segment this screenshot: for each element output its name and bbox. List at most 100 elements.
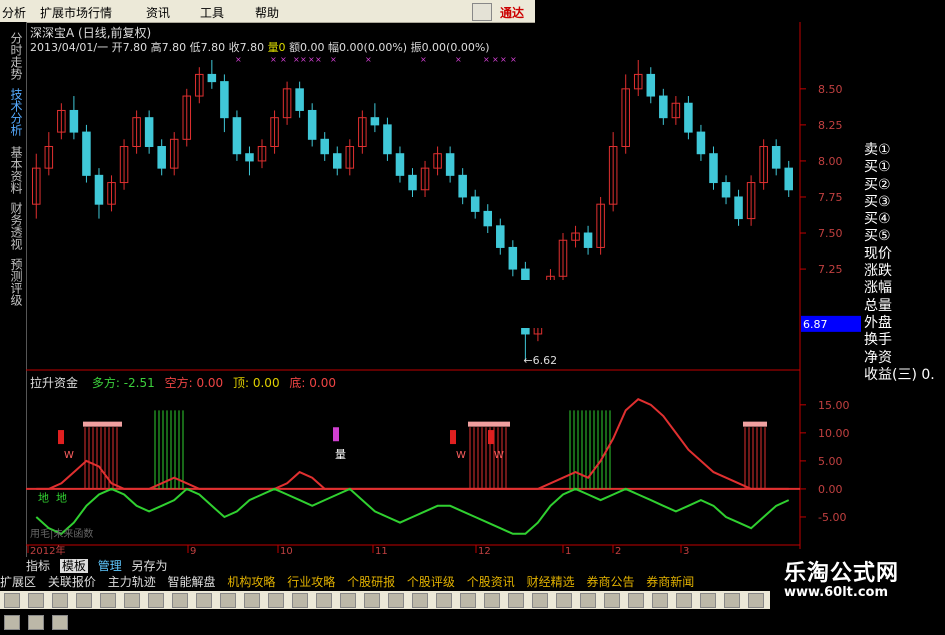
candle-body <box>709 153 718 184</box>
tool-icon[interactable] <box>220 593 236 608</box>
candle-body <box>659 95 668 119</box>
tool-icon[interactable] <box>388 593 404 608</box>
quote-row: 换手 <box>864 332 892 349</box>
signal-marker: × <box>330 55 337 64</box>
tool-icon[interactable] <box>652 593 668 608</box>
tool-bar <box>0 591 770 630</box>
ind-tick-label: 10.00 <box>818 427 850 440</box>
ind-tick-label: -5.00 <box>818 511 846 524</box>
tool-icon[interactable] <box>76 593 92 608</box>
tool-icon[interactable] <box>52 593 68 608</box>
volume-marker <box>333 427 339 442</box>
price-tick-label: 7.50 <box>818 227 843 240</box>
bottom-item[interactable]: 个股研报 <box>347 575 395 589</box>
candle-body <box>483 210 493 227</box>
signal-marker: × <box>308 55 315 64</box>
bottom-item[interactable]: 智能解盘 <box>168 575 216 589</box>
quote-row: 外盘 <box>864 314 892 331</box>
signal-marker: × <box>300 55 307 64</box>
w-marker <box>58 430 64 445</box>
bottom-item[interactable]: 主力轨迹 <box>108 575 156 589</box>
quote-row: 买① <box>864 159 891 176</box>
signal-marker: × <box>365 55 372 64</box>
tool-icon[interactable] <box>4 593 20 608</box>
bottom-item[interactable]: 个股评级 <box>407 575 455 589</box>
tool-icon[interactable] <box>724 593 740 608</box>
quote-row: 净资 <box>864 349 892 366</box>
w-label: W <box>494 450 504 461</box>
bottom-item[interactable]: 财经精选 <box>527 575 575 589</box>
tool-icon[interactable] <box>148 593 164 608</box>
tool-icon[interactable] <box>436 593 452 608</box>
tool-icon[interactable] <box>412 593 428 608</box>
bottom-item[interactable]: 个股资讯 <box>467 575 515 589</box>
candle-body <box>82 131 91 176</box>
tool-icon[interactable] <box>364 593 380 608</box>
tool-icon[interactable] <box>172 593 188 608</box>
candle-body <box>232 117 242 155</box>
tool-icon[interactable] <box>4 615 20 630</box>
tool-icon[interactable] <box>28 593 44 608</box>
quote-row: 买④ <box>864 211 891 228</box>
tool-icon[interactable] <box>484 593 500 608</box>
candle-body <box>245 153 254 162</box>
tool-icon[interactable] <box>292 593 308 608</box>
tab-indicator[interactable]: 指标 <box>26 559 50 573</box>
tool-icon[interactable] <box>196 593 212 608</box>
candle-body <box>157 146 166 169</box>
brand-url: www.60lt.com <box>784 585 889 600</box>
w-label: W <box>64 450 74 461</box>
tool-icon[interactable] <box>556 593 572 608</box>
di-label: 地 <box>56 491 67 504</box>
bottom-item[interactable]: 券商公告 <box>586 575 634 589</box>
tool-icon[interactable] <box>748 593 764 608</box>
tool-icon[interactable] <box>28 615 44 630</box>
tool-icon[interactable] <box>676 593 692 608</box>
tab-save-as[interactable]: 另存为 <box>132 559 168 573</box>
tool-icon[interactable] <box>316 593 332 608</box>
tool-icon[interactable] <box>100 593 116 608</box>
candle-body <box>583 232 593 248</box>
candle-body <box>508 246 518 270</box>
eps-label: 收益(三) <box>864 366 917 383</box>
quote-row: 卖① <box>864 142 891 158</box>
tool-icon[interactable] <box>604 593 620 608</box>
tool-icon[interactable] <box>628 593 644 608</box>
candle-body <box>307 109 317 140</box>
quote-panel: 卖① 买① 买② 买③ 买④ 买⑤ 现价 涨跌 涨幅 总量 外盘 换手 净资 收… <box>862 142 945 402</box>
candle-body <box>408 174 417 191</box>
tool-icon[interactable] <box>124 593 140 608</box>
tool-icon[interactable] <box>52 615 68 630</box>
month-label: 9 <box>190 546 196 557</box>
tool-icon[interactable] <box>532 593 548 608</box>
price-tick-label: 8.25 <box>818 119 843 132</box>
tab-manage[interactable]: 管理 <box>98 559 122 573</box>
candle-body <box>696 131 706 155</box>
candle-body <box>470 196 480 212</box>
price-tick-label: 7.25 <box>818 263 843 276</box>
bottom-item[interactable]: 行业攻略 <box>287 575 335 589</box>
tab-template[interactable]: 模板 <box>59 559 88 573</box>
quote-row: 收益(三) 0. <box>862 367 945 384</box>
candle-body <box>734 196 743 220</box>
candle-body <box>496 225 505 248</box>
bottom-item[interactable]: 扩展区 <box>0 575 36 589</box>
tool-icon[interactable] <box>460 593 476 608</box>
signal-marker: × <box>235 55 242 64</box>
month-label: 2 <box>615 546 621 557</box>
candle-body <box>332 153 342 169</box>
bottom-item[interactable]: 关联报价 <box>48 575 96 589</box>
candle-body <box>320 138 329 155</box>
bottom-item[interactable]: 券商新闻 <box>646 575 694 589</box>
bottom-item[interactable]: 机构攻略 <box>227 575 275 589</box>
price-tick-label: 8.00 <box>818 155 843 168</box>
tool-icon[interactable] <box>580 593 596 608</box>
tool-icon[interactable] <box>700 593 716 608</box>
candle-body <box>94 174 104 205</box>
tool-icon[interactable] <box>340 593 356 608</box>
tool-icon[interactable] <box>244 593 260 608</box>
volume-label: 量 <box>335 448 346 461</box>
month-label: 12 <box>478 546 491 557</box>
tool-icon[interactable] <box>508 593 524 608</box>
tool-icon[interactable] <box>268 593 284 608</box>
